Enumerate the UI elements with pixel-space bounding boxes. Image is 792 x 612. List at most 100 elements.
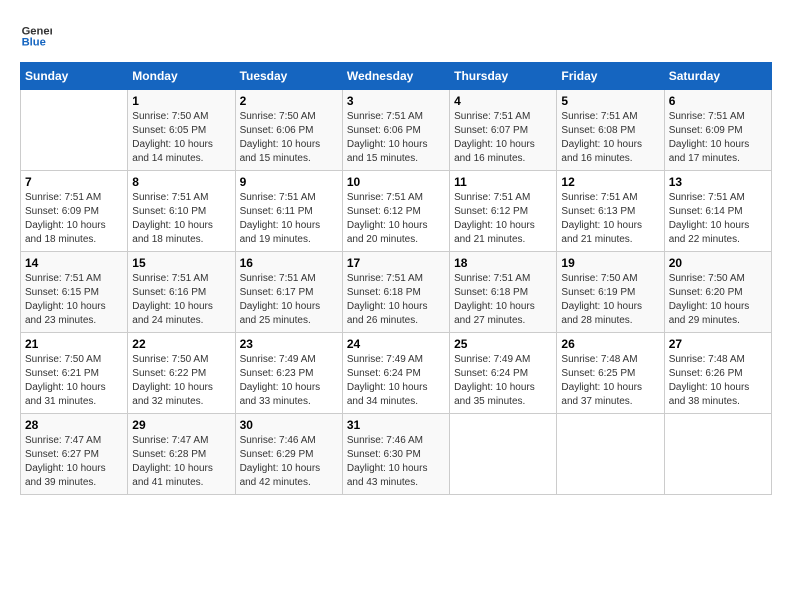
calendar-cell: 12 Sunrise: 7:51 AM Sunset: 6:13 PM Dayli… (557, 171, 664, 252)
calendar-cell: 9Sunrise: 7:51 AM Sunset: 6:11 PM Daylig… (235, 171, 342, 252)
calendar-cell: 10 Sunrise: 7:51 AM Sunset: 6:12 PM Dayli… (342, 171, 449, 252)
day-number: 26 (561, 337, 659, 351)
calendar-cell (557, 414, 664, 495)
day-info: Sunrise: 7:51 AM Sunset: 6:18 PM Dayligh… (347, 272, 445, 328)
day-info: Sunrise: 7:47 AM Sunset: 6:28 PM Dayligh… (132, 434, 230, 490)
calendar-cell: 19 Sunrise: 7:50 AM Sunset: 6:19 PM Dayli… (557, 252, 664, 333)
calendar-cell: 20 Sunrise: 7:50 AM Sunset: 6:20 PM Dayli… (664, 252, 771, 333)
calendar-cell: 11 Sunrise: 7:51 AM Sunset: 6:12 PM Dayli… (450, 171, 557, 252)
week-row-5: 28Sunrise: 7:47 AM Sunset: 6:27 PM Dayli… (21, 414, 772, 495)
calendar-table: SundayMondayTuesdayWednesdayThursdayFrid… (20, 62, 772, 495)
calendar-cell: 30Sunrise: 7:46 AM Sunset: 6:29 PM Dayli… (235, 414, 342, 495)
day-number: 24 (347, 337, 445, 351)
calendar-body: 1Sunrise: 7:50 AM Sunset: 6:05 PM Daylig… (21, 90, 772, 495)
calendar-cell: 14 Sunrise: 7:51 AM Sunset: 6:15 PM Dayli… (21, 252, 128, 333)
day-number: 21 (25, 337, 123, 351)
calendar-cell: 21Sunrise: 7:50 AM Sunset: 6:21 PM Dayli… (21, 333, 128, 414)
day-number: 1 (132, 94, 230, 108)
day-number: 25 (454, 337, 552, 351)
day-number: 17 (347, 256, 445, 270)
day-number: 31 (347, 418, 445, 432)
day-number: 3 (347, 94, 445, 108)
day-info: Sunrise: 7:51 AM Sunset: 6:18 PM Dayligh… (454, 272, 552, 328)
calendar-cell: 18Sunrise: 7:51 AM Sunset: 6:18 PM Dayli… (450, 252, 557, 333)
day-info: Sunrise: 7:50 AM Sunset: 6:22 PM Dayligh… (132, 353, 230, 409)
calendar-cell: 24Sunrise: 7:49 AM Sunset: 6:24 PM Dayli… (342, 333, 449, 414)
calendar-cell (664, 414, 771, 495)
calendar-cell: 29 Sunrise: 7:47 AM Sunset: 6:28 PM Dayli… (128, 414, 235, 495)
calendar-cell: 7 Sunrise: 7:51 AM Sunset: 6:09 PM Daylig… (21, 171, 128, 252)
day-number: 6 (669, 94, 767, 108)
calendar-cell: 5 Sunrise: 7:51 AM Sunset: 6:08 PM Daylig… (557, 90, 664, 171)
day-info: Sunrise: 7:51 AM Sunset: 6:09 PM Dayligh… (25, 191, 123, 247)
day-number: 30 (240, 418, 338, 432)
calendar-cell: 31 Sunrise: 7:46 AM Sunset: 6:30 PM Dayli… (342, 414, 449, 495)
page-header: General Blue (20, 20, 772, 52)
calendar-cell: 3Sunrise: 7:51 AM Sunset: 6:06 PM Daylig… (342, 90, 449, 171)
day-info: Sunrise: 7:49 AM Sunset: 6:24 PM Dayligh… (454, 353, 552, 409)
day-number: 16 (240, 256, 338, 270)
day-info: Sunrise: 7:51 AM Sunset: 6:13 PM Dayligh… (561, 191, 659, 247)
day-info: Sunrise: 7:51 AM Sunset: 6:16 PM Dayligh… (132, 272, 230, 328)
calendar-cell (21, 90, 128, 171)
svg-text:Blue: Blue (22, 37, 46, 49)
day-info: Sunrise: 7:50 AM Sunset: 6:06 PM Dayligh… (240, 110, 338, 166)
day-info: Sunrise: 7:51 AM Sunset: 6:15 PM Dayligh… (25, 272, 123, 328)
day-number: 28 (25, 418, 123, 432)
header-cell-thursday: Thursday (450, 63, 557, 90)
svg-text:General: General (22, 25, 52, 37)
day-number: 7 (25, 175, 123, 189)
day-info: Sunrise: 7:51 AM Sunset: 6:07 PM Dayligh… (454, 110, 552, 166)
logo: General Blue (20, 20, 52, 52)
calendar-cell: 22 Sunrise: 7:50 AM Sunset: 6:22 PM Dayli… (128, 333, 235, 414)
day-number: 5 (561, 94, 659, 108)
day-info: Sunrise: 7:51 AM Sunset: 6:12 PM Dayligh… (454, 191, 552, 247)
day-info: Sunrise: 7:46 AM Sunset: 6:30 PM Dayligh… (347, 434, 445, 490)
day-info: Sunrise: 7:48 AM Sunset: 6:25 PM Dayligh… (561, 353, 659, 409)
calendar-cell: 26 Sunrise: 7:48 AM Sunset: 6:25 PM Dayli… (557, 333, 664, 414)
day-number: 4 (454, 94, 552, 108)
header-cell-friday: Friday (557, 63, 664, 90)
calendar-cell: 6 Sunrise: 7:51 AM Sunset: 6:09 PM Daylig… (664, 90, 771, 171)
day-info: Sunrise: 7:51 AM Sunset: 6:17 PM Dayligh… (240, 272, 338, 328)
day-number: 12 (561, 175, 659, 189)
header-cell-tuesday: Tuesday (235, 63, 342, 90)
day-number: 14 (25, 256, 123, 270)
week-row-3: 14 Sunrise: 7:51 AM Sunset: 6:15 PM Dayli… (21, 252, 772, 333)
calendar-cell: 28Sunrise: 7:47 AM Sunset: 6:27 PM Dayli… (21, 414, 128, 495)
calendar-header-row: SundayMondayTuesdayWednesdayThursdayFrid… (21, 63, 772, 90)
day-info: Sunrise: 7:51 AM Sunset: 6:09 PM Dayligh… (669, 110, 767, 166)
day-info: Sunrise: 7:51 AM Sunset: 6:08 PM Dayligh… (561, 110, 659, 166)
calendar-cell: 1Sunrise: 7:50 AM Sunset: 6:05 PM Daylig… (128, 90, 235, 171)
header-cell-sunday: Sunday (21, 63, 128, 90)
day-info: Sunrise: 7:51 AM Sunset: 6:12 PM Dayligh… (347, 191, 445, 247)
calendar-cell: 13 Sunrise: 7:51 AM Sunset: 6:14 PM Dayli… (664, 171, 771, 252)
day-info: Sunrise: 7:51 AM Sunset: 6:11 PM Dayligh… (240, 191, 338, 247)
day-number: 10 (347, 175, 445, 189)
day-info: Sunrise: 7:50 AM Sunset: 6:20 PM Dayligh… (669, 272, 767, 328)
calendar-cell: 25 Sunrise: 7:49 AM Sunset: 6:24 PM Dayli… (450, 333, 557, 414)
day-number: 2 (240, 94, 338, 108)
day-number: 27 (669, 337, 767, 351)
day-number: 15 (132, 256, 230, 270)
day-number: 20 (669, 256, 767, 270)
calendar-cell: 23Sunrise: 7:49 AM Sunset: 6:23 PM Dayli… (235, 333, 342, 414)
day-number: 22 (132, 337, 230, 351)
day-info: Sunrise: 7:49 AM Sunset: 6:23 PM Dayligh… (240, 353, 338, 409)
day-info: Sunrise: 7:51 AM Sunset: 6:14 PM Dayligh… (669, 191, 767, 247)
calendar-cell: 16 Sunrise: 7:51 AM Sunset: 6:17 PM Dayli… (235, 252, 342, 333)
calendar-cell: 4 Sunrise: 7:51 AM Sunset: 6:07 PM Daylig… (450, 90, 557, 171)
calendar-cell: 27Sunrise: 7:48 AM Sunset: 6:26 PM Dayli… (664, 333, 771, 414)
day-number: 13 (669, 175, 767, 189)
day-number: 19 (561, 256, 659, 270)
day-number: 8 (132, 175, 230, 189)
header-cell-monday: Monday (128, 63, 235, 90)
day-number: 29 (132, 418, 230, 432)
day-info: Sunrise: 7:50 AM Sunset: 6:19 PM Dayligh… (561, 272, 659, 328)
logo-icon: General Blue (20, 20, 52, 52)
week-row-2: 7 Sunrise: 7:51 AM Sunset: 6:09 PM Daylig… (21, 171, 772, 252)
day-number: 11 (454, 175, 552, 189)
header-cell-wednesday: Wednesday (342, 63, 449, 90)
week-row-4: 21Sunrise: 7:50 AM Sunset: 6:21 PM Dayli… (21, 333, 772, 414)
header-cell-saturday: Saturday (664, 63, 771, 90)
